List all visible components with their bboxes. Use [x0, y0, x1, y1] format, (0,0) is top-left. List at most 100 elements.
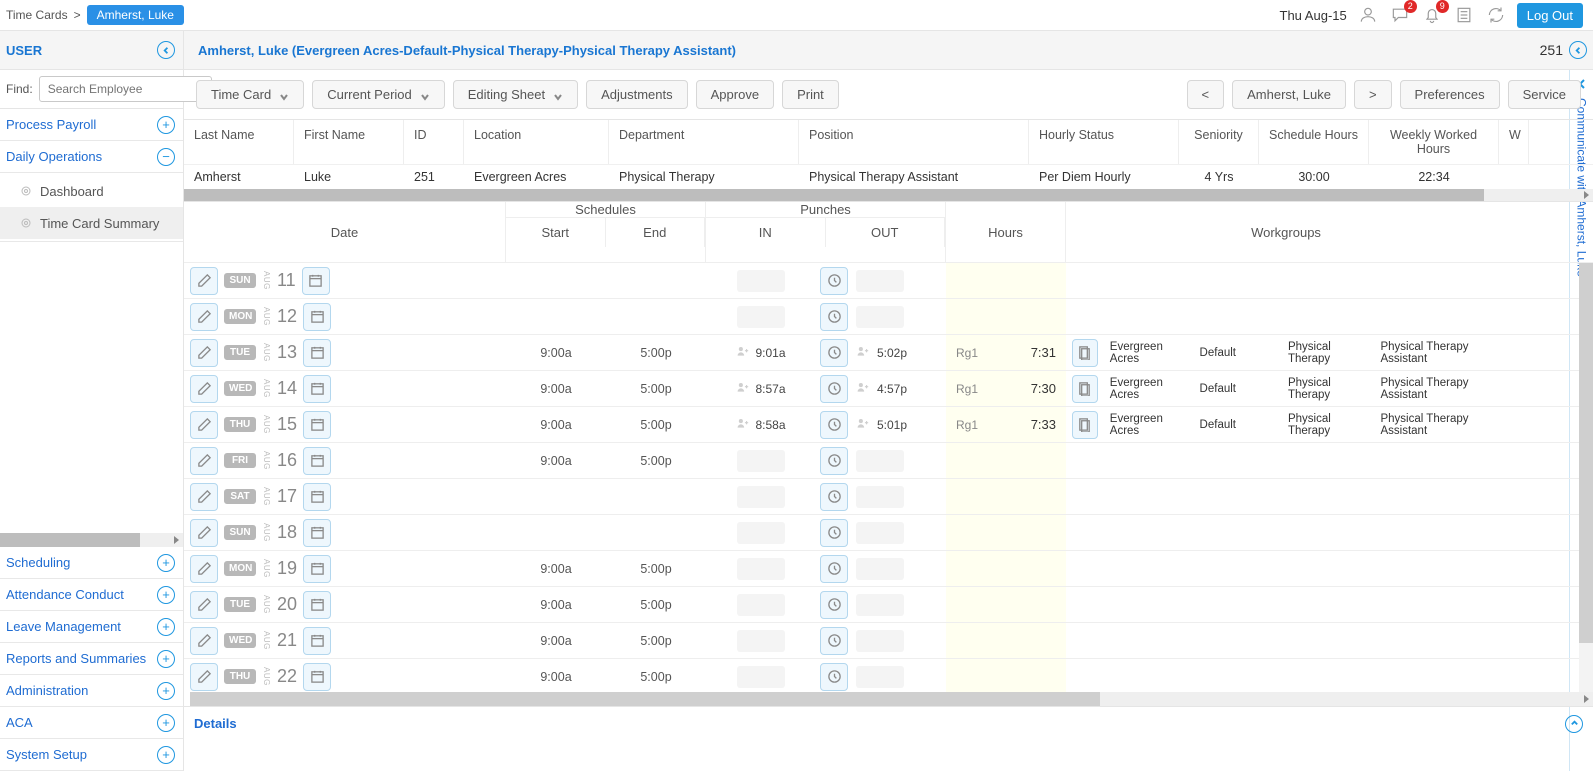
approve-button[interactable]: Approve [696, 80, 774, 109]
calendar-button[interactable] [303, 411, 331, 439]
punch-out-placeholder[interactable] [856, 630, 904, 652]
nav-aca[interactable]: ACA+ [0, 707, 183, 739]
nav-dashboard[interactable]: Dashboard [0, 175, 183, 207]
clock-button[interactable] [820, 339, 848, 367]
clock-button[interactable] [820, 627, 848, 655]
clock-button[interactable] [820, 555, 848, 583]
workgroups-cell [1066, 555, 1506, 583]
nav-daily-operations[interactable]: Daily Operations − [0, 141, 183, 173]
sidebar-h-scroll[interactable] [0, 533, 183, 547]
nav-system-setup[interactable]: System Setup+ [0, 739, 183, 771]
punch-in-placeholder[interactable] [737, 630, 785, 652]
print-button[interactable]: Print [782, 80, 839, 109]
punch-out-placeholder[interactable] [856, 522, 904, 544]
details-bar[interactable]: Details [184, 706, 1593, 740]
punch-in-placeholder[interactable] [737, 666, 785, 688]
nav-scheduling[interactable]: Scheduling+ [0, 547, 183, 579]
punch-out-placeholder[interactable] [856, 594, 904, 616]
clock-button[interactable] [820, 483, 848, 511]
punch-in-placeholder[interactable] [737, 594, 785, 616]
bell-icon[interactable]: 9 [1421, 4, 1443, 26]
info-header-cell: Last Name [184, 120, 294, 164]
clock-button[interactable] [820, 267, 848, 295]
edit-row-button[interactable] [190, 519, 218, 547]
edit-row-button[interactable] [190, 267, 218, 295]
logout-button[interactable]: Log Out [1517, 3, 1583, 28]
nav-administration[interactable]: Administration+ [0, 675, 183, 707]
arrow-right-icon [1584, 695, 1589, 703]
copy-button[interactable] [1072, 411, 1098, 439]
user-icon[interactable] [1357, 4, 1379, 26]
clock-button[interactable] [820, 411, 848, 439]
person-icon [736, 345, 749, 361]
edit-row-button[interactable] [190, 483, 218, 511]
punch-in-placeholder[interactable] [737, 270, 785, 292]
clock-button[interactable] [820, 447, 848, 475]
punch-in-placeholder[interactable] [737, 486, 785, 508]
grid-h-scroll[interactable] [184, 692, 1593, 706]
punch-in-placeholder[interactable] [737, 558, 785, 580]
clock-button[interactable] [820, 519, 848, 547]
nav-attendance-conduct[interactable]: Attendance Conduct+ [0, 579, 183, 611]
edit-row-button[interactable] [190, 591, 218, 619]
breadcrumb-chip[interactable]: Amherst, Luke [87, 5, 184, 25]
edit-row-button[interactable] [190, 411, 218, 439]
edit-row-button[interactable] [190, 627, 218, 655]
prev-employee-button[interactable]: < [1187, 80, 1225, 109]
edit-row-button[interactable] [190, 303, 218, 331]
breadcrumb-root[interactable]: Time Cards [6, 8, 68, 22]
calendar-button[interactable] [303, 375, 331, 403]
chat-icon[interactable]: 2 [1389, 4, 1411, 26]
calendar-button[interactable] [303, 591, 331, 619]
calendar-button[interactable] [303, 555, 331, 583]
calendar-button[interactable] [303, 663, 331, 691]
punch-out-placeholder[interactable] [856, 450, 904, 472]
calendar-button[interactable] [303, 447, 331, 475]
timecard-dropdown[interactable]: Time Card [196, 80, 304, 109]
header-expand-icon[interactable] [1569, 41, 1587, 59]
edit-row-button[interactable] [190, 663, 218, 691]
copy-button[interactable] [1072, 339, 1098, 367]
nav-process-payroll[interactable]: Process Payroll + [0, 109, 183, 141]
info-h-scroll[interactable] [184, 189, 1593, 201]
sidebar-collapse-icon[interactable] [157, 41, 175, 59]
day-number: 18 [277, 522, 297, 543]
calendar-button[interactable] [302, 267, 330, 295]
calendar-button[interactable] [303, 483, 331, 511]
clock-button[interactable] [820, 375, 848, 403]
next-employee-button[interactable]: > [1354, 80, 1392, 109]
list-icon[interactable] [1453, 4, 1475, 26]
period-dropdown[interactable]: Current Period [312, 80, 445, 109]
copy-button[interactable] [1072, 375, 1098, 403]
calendar-button[interactable] [303, 339, 331, 367]
vertical-scrollbar[interactable] [1579, 263, 1593, 692]
edit-row-button[interactable] [190, 339, 218, 367]
preferences-button[interactable]: Preferences [1400, 80, 1500, 109]
calendar-button[interactable] [303, 627, 331, 655]
hours-value: 7:30 [1031, 381, 1056, 396]
punch-out-placeholder[interactable] [856, 306, 904, 328]
clock-button[interactable] [820, 303, 848, 331]
calendar-button[interactable] [303, 519, 331, 547]
punch-in-placeholder[interactable] [737, 522, 785, 544]
nav-leave-management[interactable]: Leave Management+ [0, 611, 183, 643]
punch-in-placeholder[interactable] [737, 450, 785, 472]
punch-in-placeholder[interactable] [737, 306, 785, 328]
punch-out-placeholder[interactable] [856, 270, 904, 292]
refresh-icon[interactable] [1485, 4, 1507, 26]
employee-name-button[interactable]: Amherst, Luke [1232, 80, 1346, 109]
edit-row-button[interactable] [190, 375, 218, 403]
edit-row-button[interactable] [190, 447, 218, 475]
calendar-button[interactable] [303, 303, 331, 331]
adjustments-button[interactable]: Adjustments [586, 80, 688, 109]
punch-out-placeholder[interactable] [856, 486, 904, 508]
clock-button[interactable] [820, 663, 848, 691]
sheet-dropdown[interactable]: Editing Sheet [453, 80, 578, 109]
edit-row-button[interactable] [190, 555, 218, 583]
nav-time-card-summary[interactable]: Time Card Summary [0, 207, 183, 239]
clock-button[interactable] [820, 591, 848, 619]
nav-reports-and-summaries[interactable]: Reports and Summaries+ [0, 643, 183, 675]
punch-out-placeholder[interactable] [856, 666, 904, 688]
punch-out-placeholder[interactable] [856, 558, 904, 580]
service-button[interactable]: Service [1508, 80, 1581, 109]
